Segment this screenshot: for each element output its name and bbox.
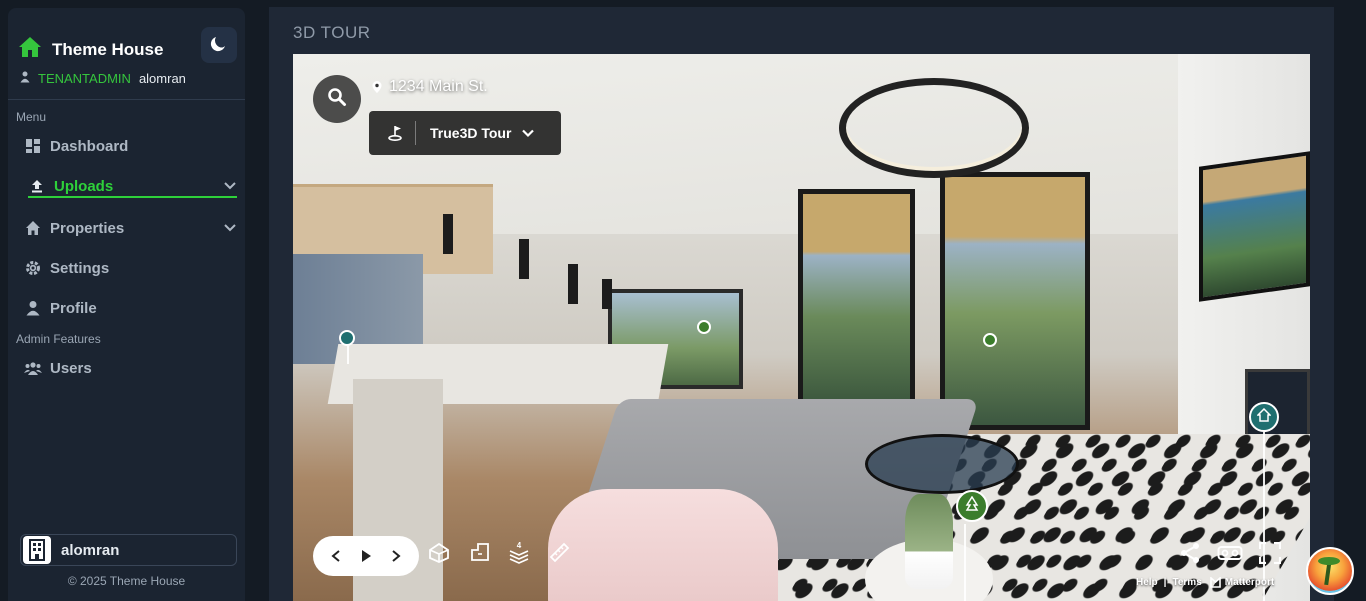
sidebar-item-label: Users [50, 360, 92, 377]
vr-headset-icon [1217, 544, 1243, 567]
mattertag[interactable] [983, 333, 997, 347]
gear-icon [24, 259, 42, 277]
mattertag[interactable] [339, 330, 355, 346]
chevron-down-icon [223, 220, 237, 238]
scene-pendant [568, 264, 578, 304]
scene-plant [905, 494, 953, 589]
measure-button[interactable] [545, 540, 573, 568]
fullscreen-icon [1259, 542, 1281, 569]
tour-mode-dropdown[interactable]: True3D Tour [369, 111, 561, 155]
user-role: TENANTADMIN [38, 71, 131, 86]
chat-assistant-button[interactable] [1306, 547, 1354, 595]
admin-section-label: Admin Features [16, 332, 101, 346]
sidebar-item-properties[interactable]: Properties [24, 216, 237, 240]
address-text: 1234 Main St. [389, 78, 488, 96]
share-icon [1178, 541, 1202, 570]
dollhouse-icon [427, 541, 451, 568]
person-icon [24, 299, 42, 317]
tag-stem [347, 346, 349, 364]
scene-tv [1199, 151, 1310, 302]
scene-pendant [602, 279, 612, 309]
sidebar-item-users[interactable]: Users [24, 356, 237, 380]
scene-coffee-table [865, 434, 1019, 494]
home-icon [24, 219, 42, 237]
dollhouse-view-button[interactable] [425, 540, 453, 568]
next-icon[interactable] [390, 549, 402, 563]
layers-icon: 4 [507, 540, 531, 569]
sidebar-item-label: Profile [50, 300, 97, 317]
sidebar-item-settings[interactable]: Settings [24, 256, 237, 280]
tour-viewer[interactable]: 1234 Main St. True3D Tour [293, 54, 1310, 601]
search-button[interactable] [313, 75, 361, 123]
moon-icon [210, 34, 228, 57]
active-indicator [28, 196, 237, 198]
mattertag[interactable] [1249, 402, 1279, 432]
home-logo-icon [18, 36, 42, 58]
location-pin-icon [371, 80, 383, 94]
user-icon [20, 71, 30, 86]
fullscreen-button[interactable] [1256, 541, 1284, 569]
divider [8, 99, 245, 100]
palm-leaf [1318, 557, 1340, 565]
upload-icon [28, 177, 46, 195]
separator [415, 121, 416, 145]
floor-count: 4 [517, 541, 522, 550]
sidebar-item-label: Uploads [54, 178, 113, 195]
scene-chair [548, 489, 778, 601]
home-icon [1257, 408, 1271, 427]
chevron-down-icon [223, 178, 237, 196]
dashboard-icon [24, 137, 42, 155]
tag-stem [964, 524, 966, 601]
sidebar-item-label: Properties [50, 220, 124, 237]
brand-title: Theme House [52, 40, 163, 60]
users-icon [24, 359, 42, 377]
play-icon[interactable] [360, 549, 372, 563]
tour-playback-bar [313, 536, 419, 576]
floor-selector-button[interactable]: 4 [505, 540, 533, 568]
search-icon [327, 87, 347, 112]
sidebar-item-profile[interactable]: Profile [24, 296, 237, 320]
scene-window [798, 189, 915, 404]
help-link[interactable]: Help [1136, 577, 1158, 588]
scene-window [940, 172, 1090, 430]
sidebar: Theme House TENANTADMIN alomran Menu Das… [8, 8, 245, 601]
sidebar-item-dashboard[interactable]: Dashboard [24, 134, 237, 158]
footer-username: alomran [61, 542, 119, 559]
viewer-legal-links: Help | Terms Matterport [1136, 577, 1274, 588]
user-info: TENANTADMIN alomran [20, 71, 186, 86]
mattertag[interactable] [956, 490, 988, 522]
golf-flag-icon [387, 124, 405, 142]
main-panel: 3D TOUR [269, 7, 1334, 601]
floor-plan-icon [469, 541, 491, 568]
scene-chandelier [839, 78, 1029, 178]
account-switcher[interactable]: alomran [20, 534, 237, 566]
copyright: © 2025 Theme House [8, 574, 245, 588]
property-address: 1234 Main St. [371, 78, 488, 96]
menu-section-label: Menu [16, 110, 46, 124]
scene-pendant [443, 214, 453, 254]
tour-mode-label: True3D Tour [430, 125, 511, 141]
sidebar-item-label: Settings [50, 260, 109, 277]
share-button[interactable] [1176, 541, 1204, 569]
vr-button[interactable] [1216, 541, 1244, 569]
ruler-icon [547, 540, 571, 569]
chevron-down-icon [521, 126, 535, 140]
building-icon [23, 536, 51, 564]
scene-pendant [519, 239, 529, 279]
floor-plan-button[interactable] [466, 540, 494, 568]
page-title: 3D TOUR [293, 23, 371, 43]
matterport-logo-icon [1210, 577, 1221, 588]
dark-mode-toggle[interactable] [201, 27, 237, 63]
legal-separator: | [1164, 577, 1167, 588]
mattertag[interactable] [697, 320, 711, 334]
tag-stem [1263, 432, 1265, 601]
terms-link[interactable]: Terms [1172, 577, 1201, 588]
matterport-link[interactable]: Matterport [1225, 577, 1274, 588]
sidebar-item-uploads[interactable]: Uploads [28, 174, 237, 198]
previous-icon[interactable] [330, 549, 342, 563]
sidebar-item-label: Dashboard [50, 138, 128, 155]
tree-icon [964, 496, 980, 517]
user-name: alomran [139, 71, 186, 86]
